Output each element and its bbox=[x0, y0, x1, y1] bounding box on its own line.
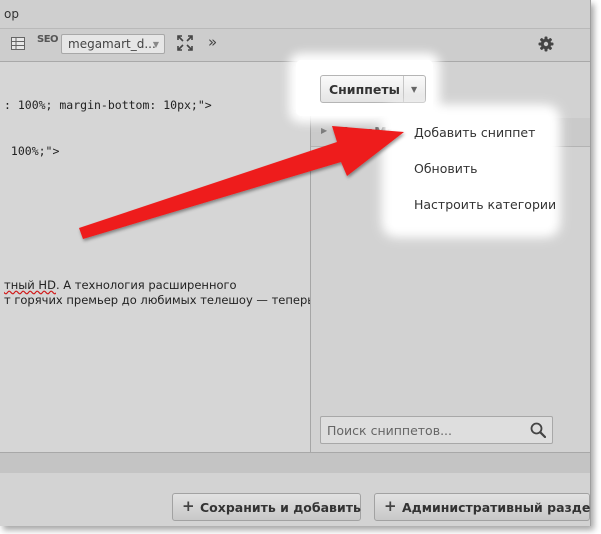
more-tools-button[interactable]: » bbox=[208, 33, 217, 51]
snippet-search-input[interactable] bbox=[327, 422, 517, 438]
save-and-add-button[interactable]: + Сохранить и добавить bbox=[172, 493, 361, 521]
editor-toolbar: SEO megamart_d... ▼ » bbox=[0, 29, 590, 62]
content-text-line: тный HD. А технология расширенного bbox=[4, 278, 237, 292]
plus-icon: + bbox=[182, 497, 195, 515]
misspelled-word: тный HD bbox=[4, 278, 56, 292]
expand-triangle-icon[interactable]: ▶ bbox=[321, 126, 327, 135]
menu-item-add-snippet[interactable]: Добавить сниппет bbox=[414, 125, 535, 140]
search-icon[interactable] bbox=[530, 422, 546, 438]
button-separator bbox=[403, 76, 404, 102]
admin-section-button[interactable]: + Административный раздел bbox=[374, 493, 590, 521]
snippets-dropdown-menu: Добавить сниппет Обновить Настроить кате… bbox=[392, 115, 556, 227]
snippet-search-box bbox=[320, 416, 553, 444]
snippets-button-label: Сниппеты bbox=[329, 82, 400, 97]
expand-icon[interactable] bbox=[177, 35, 193, 54]
plus-icon: + bbox=[384, 497, 397, 515]
table-icon[interactable] bbox=[11, 37, 25, 53]
window-title: ор bbox=[4, 7, 19, 21]
caret-down-icon[interactable]: ▼ bbox=[411, 85, 417, 94]
horizontal-scrollbar[interactable] bbox=[0, 452, 590, 473]
admin-section-label: Административный раздел bbox=[402, 500, 591, 515]
title-bar: ор bbox=[0, 0, 590, 29]
code-line: : 100%; margin-bottom: 10px;"> bbox=[4, 98, 212, 112]
chevron-down-icon: ▼ bbox=[152, 40, 159, 49]
code-editor[interactable]: : 100%; margin-bottom: 10px;"> 100%;"> т… bbox=[0, 62, 314, 452]
save-and-add-label: Сохранить и добавить bbox=[200, 500, 361, 515]
code-line: 100%;"> bbox=[4, 144, 60, 158]
content-text-rest: . А технология расширенного bbox=[55, 278, 237, 292]
window-frame: ор SEO megamart_d... ▼ »: 100%; margin-… bbox=[0, 0, 591, 526]
content-text-line: т горячих премьер до любимых телешоу — т… bbox=[4, 293, 315, 307]
menu-item-refresh[interactable]: Обновить bbox=[414, 161, 478, 176]
menu-item-configure-categories[interactable]: Настроить категории bbox=[414, 197, 556, 212]
template-select-value: megamart_d... bbox=[68, 37, 156, 51]
snippets-button[interactable]: Сниппеты ▼ bbox=[320, 75, 426, 103]
seo-button[interactable]: SEO bbox=[37, 34, 59, 45]
template-select[interactable]: megamart_d... ▼ bbox=[61, 34, 165, 54]
gear-icon[interactable] bbox=[538, 36, 554, 55]
